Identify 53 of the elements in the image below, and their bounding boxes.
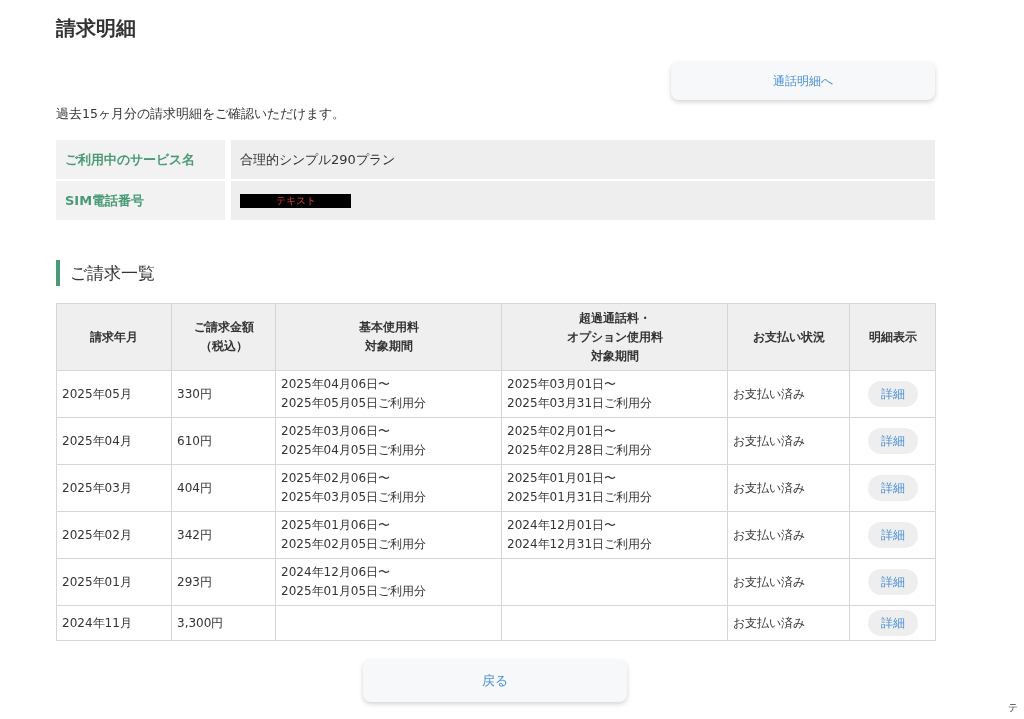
column-header: 超過通話料・: [578, 309, 651, 327]
table-cell: 2025年02月06日〜 2025年03月05日ご利用分: [275, 464, 502, 512]
table-cell: 2024年12月06日〜 2025年01月05日ご利用分: [275, 558, 502, 606]
table-cell: 2025年01月: [56, 558, 172, 606]
section-heading: ご請求一覧: [56, 260, 155, 286]
table-cell: 2025年04月06日〜 2025年05月05日ご利用分: [275, 370, 502, 418]
info-label: ご利用中のサービス名: [56, 140, 225, 179]
table-cell: 2025年03月06日〜 2025年04月05日ご利用分: [275, 417, 502, 465]
table-cell: 2025年03月: [56, 464, 172, 512]
column-header: オプション使用料: [566, 328, 663, 346]
table-cell: 404円: [171, 464, 276, 512]
table-cell: 2024年12月01日〜 2024年12月31日ご利用分: [501, 511, 728, 559]
table-cell: 610円: [171, 417, 276, 465]
info-value: 合理的シンプル290プラン: [240, 150, 395, 169]
corner-text: テ: [1008, 701, 1018, 715]
table-cell: 293円: [171, 558, 276, 606]
table-cell: お支払い済み: [727, 605, 850, 641]
detail-button[interactable]: 詳細: [867, 428, 918, 454]
column-header: ご請求金額: [193, 319, 254, 336]
table-cell: 2025年05月: [56, 370, 172, 418]
column-header: 請求年月: [90, 328, 138, 346]
table-cell: お支払い済み: [727, 417, 850, 465]
table-cell: 2025年03月01日〜 2025年03月31日ご利用分: [501, 370, 728, 418]
detail-button[interactable]: 詳細: [867, 381, 918, 407]
detail-button[interactable]: 詳細: [867, 610, 918, 636]
description-text: 過去15ヶ月分の請求明細をご確認いただけます。: [56, 105, 345, 123]
table-cell: 342円: [171, 511, 276, 559]
column-header: 対象期間: [590, 347, 639, 365]
detail-button[interactable]: 詳細: [867, 522, 918, 548]
table-cell: 2024年11月: [56, 605, 172, 641]
column-header: 明細表示: [868, 328, 917, 346]
column-header: お支払い状況: [752, 328, 825, 346]
table-cell: お支払い済み: [727, 464, 850, 512]
table-cell: 2025年02月: [56, 511, 172, 559]
redacted-value: テキスト: [240, 193, 351, 208]
page-title: 請求明細: [56, 15, 136, 41]
table-cell: お支払い済み: [727, 511, 850, 559]
detail-button[interactable]: 詳細: [867, 569, 918, 595]
table-cell: 2025年01月06日〜 2025年02月05日ご利用分: [275, 511, 502, 559]
detail-button[interactable]: 詳細: [867, 475, 918, 501]
table-cell: 2025年01月01日〜 2025年01月31日ご利用分: [501, 464, 728, 512]
column-header: （税込）: [199, 338, 248, 355]
info-label: SIM電話番号: [56, 181, 225, 220]
call-details-button[interactable]: 通話明細へ: [671, 62, 935, 100]
column-header: 対象期間: [364, 338, 413, 355]
back-button[interactable]: 戻る: [363, 660, 627, 702]
table-cell: お支払い済み: [727, 370, 850, 418]
table-cell: 3,300円: [171, 605, 276, 641]
table-cell: 2025年04月: [56, 417, 172, 465]
table-cell: お支払い済み: [727, 558, 850, 606]
table-cell: 2025年02月01日〜 2025年02月28日ご利用分: [501, 417, 728, 465]
column-header: 基本使用料: [358, 319, 419, 336]
table-cell: 330円: [171, 370, 276, 418]
